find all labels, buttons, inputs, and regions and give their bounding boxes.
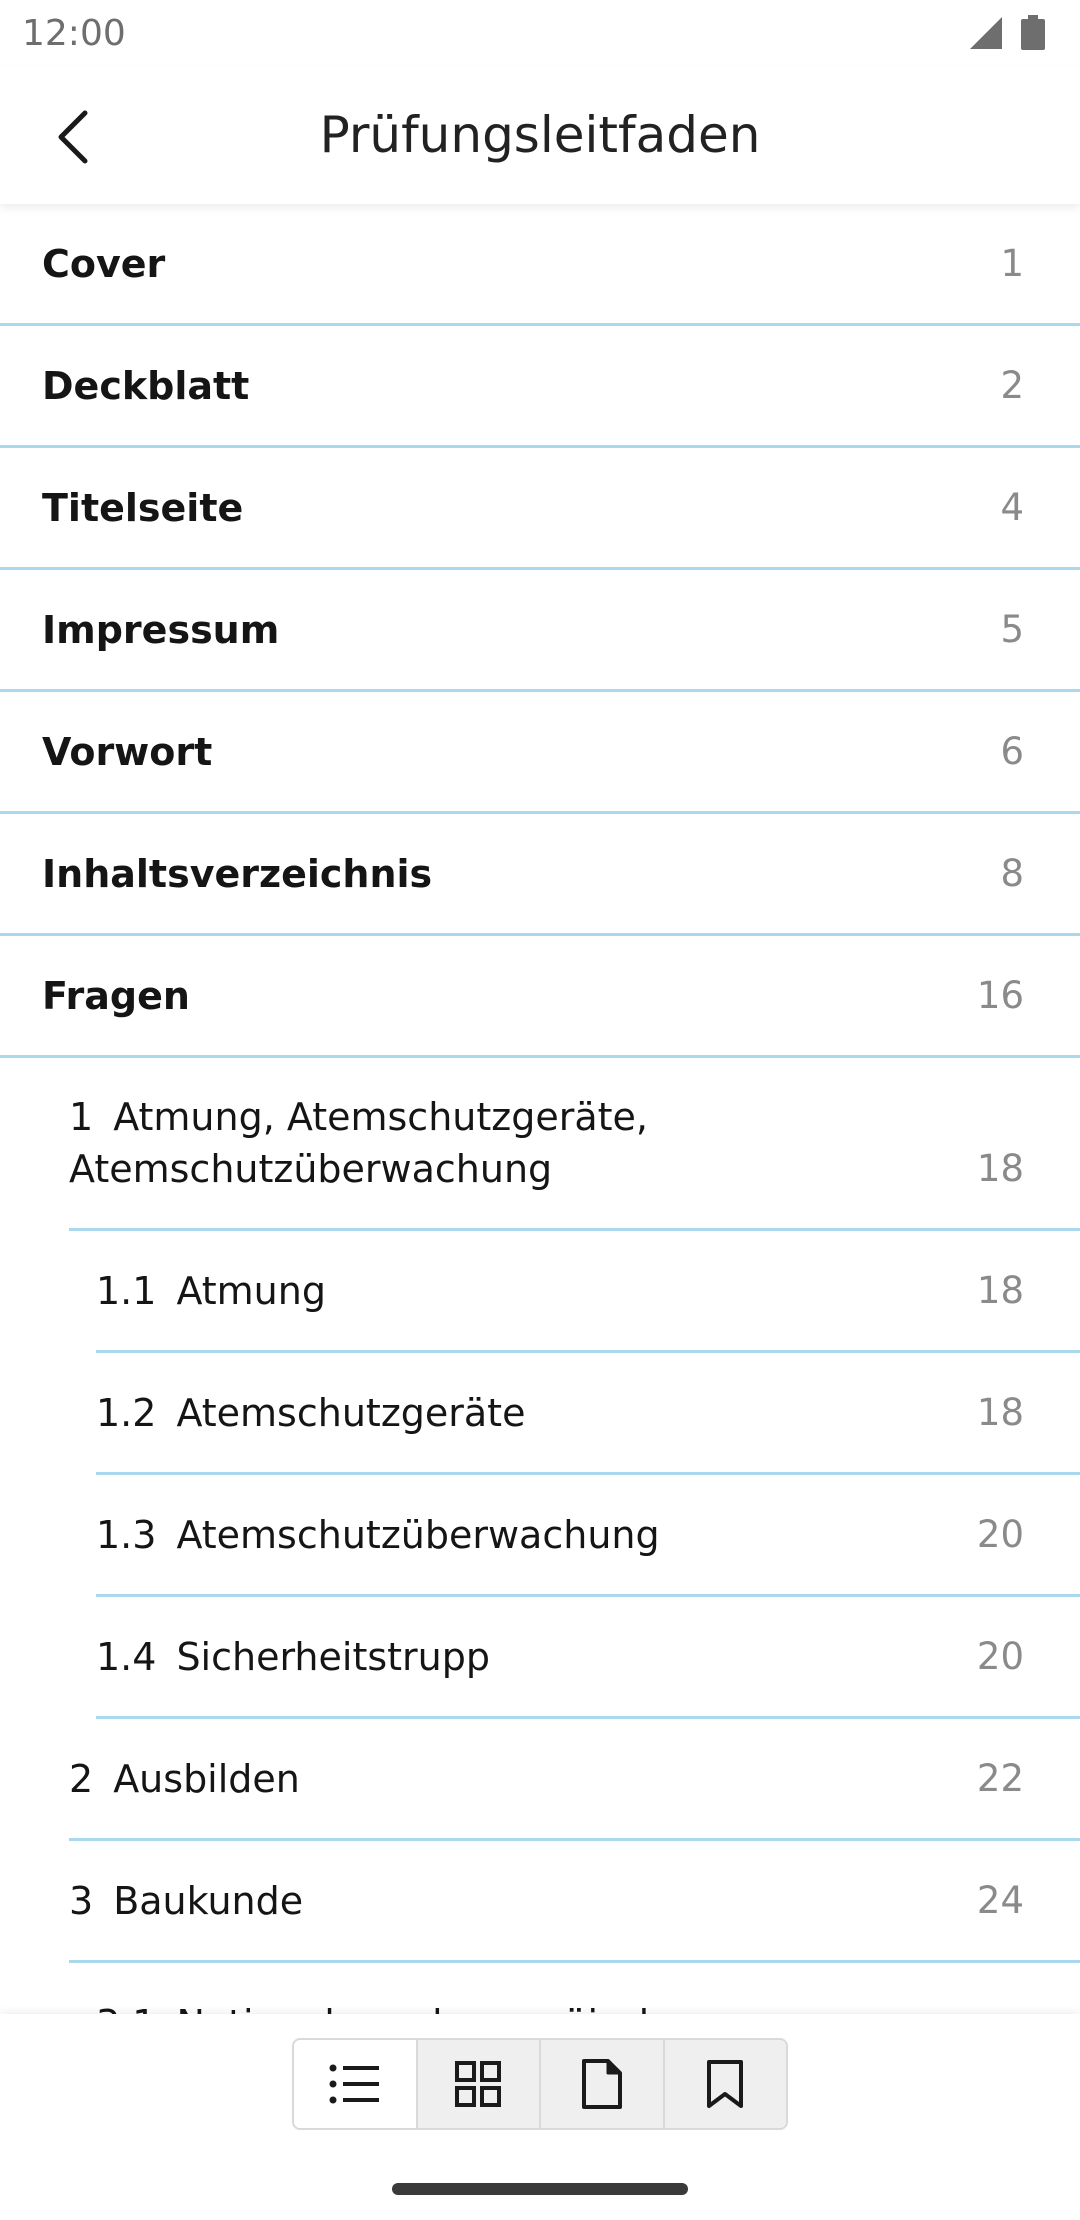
bookmark-icon [707, 2060, 744, 2108]
toc-item-label: 1.3 Atemschutzüberwachung [96, 1509, 1080, 1561]
toc-item-number: 1.4 [96, 1634, 157, 1679]
toc-item-page: 20 [976, 1513, 1024, 1556]
toc-item-text: Ausbilden [113, 1756, 300, 1801]
toc-item-number: 3 [69, 1878, 94, 1923]
toc-item-number: 1.1 [96, 1268, 157, 1313]
back-button[interactable] [36, 100, 110, 174]
status-time: 12:00 [22, 12, 126, 54]
status-bar: 12:00 [0, 0, 1080, 66]
toc-chapter-2[interactable]: 2 Ausbilden 22 [69, 1719, 1080, 1841]
home-indicator[interactable] [392, 2183, 688, 2195]
bookmarks-button[interactable] [664, 2040, 786, 2128]
toc-subsection-1-2[interactable]: 1.2 Atemschutzgeräte 18 [96, 1353, 1080, 1475]
toc-item-label: 3 Baukunde [69, 1875, 1080, 1927]
toc-item-text: Atemschutzgeräte [176, 1390, 526, 1435]
toc-item-line1: Atmung, Atemschutzgeräte, [113, 1095, 648, 1139]
toc-list[interactable]: Cover 1 Deckblatt 2 Titelseite 4 Impress… [0, 204, 1080, 2014]
toc-item-label: Vorwort [42, 729, 213, 774]
signal-icon [970, 17, 1002, 49]
toc-item-page: 4 [1000, 486, 1024, 529]
toc-item-label: 1 Atmung, Atemschutzgeräte, Atemschutzübe… [69, 1091, 1080, 1195]
toc-subsection-3-1[interactable]: 3.1 Nationale und europäische [96, 1963, 1080, 2014]
toc-item-page: 22 [976, 1757, 1024, 1800]
toc-item-label: Cover [42, 241, 166, 286]
status-icons [968, 15, 1046, 51]
toc-item-label: 3.1 Nationale und europäische [96, 1998, 1080, 2014]
toc-item-page: 2 [1000, 364, 1024, 407]
toc-item-number: 1 [69, 1095, 94, 1139]
grid-view-button[interactable] [417, 2040, 541, 2128]
toc-item-text: Nationale und europäische [176, 2002, 686, 2014]
toc-item-label: Fragen [42, 973, 190, 1018]
list-view-button[interactable] [294, 2040, 418, 2128]
toc-item-page: 16 [976, 974, 1024, 1017]
toc-item-number: 3.1 [96, 2002, 156, 2014]
battery-icon [1021, 15, 1045, 50]
toc-item-line2: Atemschutzüberwachung [69, 1147, 553, 1191]
toc-item-number: 1.2 [96, 1390, 157, 1435]
toc-item-page: 1 [1000, 242, 1024, 285]
toc-item-text: Sicherheitstrupp [176, 1634, 490, 1679]
toc-item-label: 1.4 Sicherheitstrupp [96, 1631, 1080, 1683]
toc-item-page: 6 [1000, 730, 1024, 773]
toc-chapter-1[interactable]: 1 Atmung, Atemschutzgeräte, Atemschutzübe… [69, 1058, 1080, 1231]
toc-item-number: 1.3 [96, 1512, 157, 1557]
toc-item-page: 5 [1000, 608, 1024, 651]
toc-item-label: 1.2 Atemschutzgeräte [96, 1387, 1080, 1439]
page-icon [581, 2059, 622, 2109]
toc-subsection-1-1[interactable]: 1.1 Atmung 18 [96, 1231, 1080, 1353]
toc-item-page: 8 [1000, 852, 1024, 895]
toc-item-text: Baukunde [113, 1878, 304, 1923]
page-title: Prüfungsleitfaden [319, 106, 761, 164]
toc-item-page: 24 [976, 1879, 1024, 1922]
toc-item-label: Titelseite [42, 485, 244, 530]
toc-item-label: 2 Ausbilden [69, 1753, 1080, 1805]
toc-item-fragen[interactable]: Fragen 16 [0, 936, 1080, 1058]
view-mode-segmented-control [292, 2038, 788, 2130]
toc-item-page: 18 [976, 1147, 1024, 1190]
toc-item-titelseite[interactable]: Titelseite 4 [0, 448, 1080, 570]
list-icon [329, 2064, 379, 2104]
page-view-button[interactable] [541, 2040, 665, 2128]
chevron-left-icon [58, 110, 88, 164]
toc-item-label: Inhaltsverzeichnis [42, 851, 433, 896]
toc-subsection-1-4[interactable]: 1.4 Sicherheitstrupp 20 [96, 1597, 1080, 1719]
toc-item-number: 2 [69, 1756, 94, 1801]
grid-icon [455, 2061, 502, 2107]
toc-item-inhaltsverzeichnis[interactable]: Inhaltsverzeichnis 8 [0, 814, 1080, 936]
toc-item-label: 1.1 Atmung [96, 1265, 1080, 1317]
bottom-toolbar [0, 2014, 1080, 2220]
toc-item-impressum[interactable]: Impressum 5 [0, 570, 1080, 692]
toc-item-page: 18 [976, 1391, 1024, 1434]
toc-item-text: Atmung [176, 1268, 326, 1313]
screen: 12:00 Prüfungsleitfaden Cover 1 Deckblat… [0, 0, 1080, 2220]
toc-item-vorwort[interactable]: Vorwort 6 [0, 692, 1080, 814]
toc-item-page: 20 [976, 1635, 1024, 1678]
toc-item-label: Deckblatt [42, 363, 250, 408]
toc-subsection-1-3[interactable]: 1.3 Atemschutzüberwachung 20 [96, 1475, 1080, 1597]
toc-item-label: Impressum [42, 607, 280, 652]
toc-item-deckblatt[interactable]: Deckblatt 2 [0, 326, 1080, 448]
app-bar: Prüfungsleitfaden [0, 66, 1080, 204]
toc-item-cover[interactable]: Cover 1 [0, 204, 1080, 326]
toc-chapter-3[interactable]: 3 Baukunde 24 [69, 1841, 1080, 1963]
toc-item-text: Atemschutzüberwachung [176, 1512, 660, 1557]
toc-item-page: 18 [976, 1269, 1024, 1312]
